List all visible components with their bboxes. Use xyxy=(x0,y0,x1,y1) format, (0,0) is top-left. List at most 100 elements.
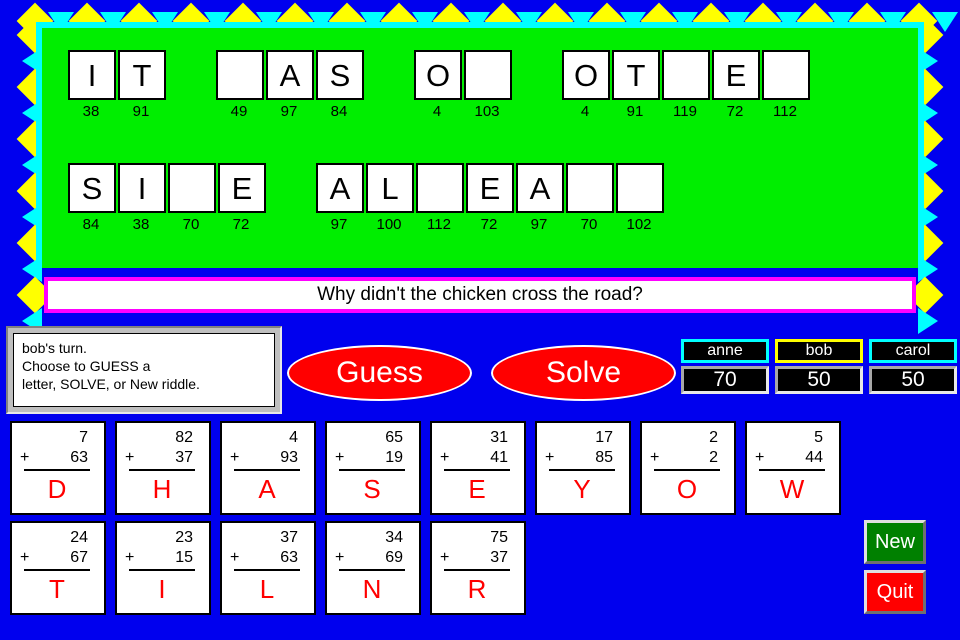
card-rule-line xyxy=(444,569,510,572)
board-green-area: I 38 T 91 49 A 97 S 84 O 4 103 O 4 T 91 119 E 72 112 S 84 I 38… xyxy=(42,28,918,268)
puzzle-cell-number: 112 xyxy=(773,103,797,120)
math-card-A[interactable]: 4 +93 A xyxy=(220,421,316,515)
card-addend-bottom-row: +44 xyxy=(755,448,829,468)
puzzle-cell-number: 49 xyxy=(230,103,248,120)
math-card-Y[interactable]: 17 +85 Y xyxy=(535,421,631,515)
math-card-E[interactable]: 31 +41 E xyxy=(430,421,526,515)
card-letter: E xyxy=(468,474,486,505)
math-card-R[interactable]: 75 +37 R xyxy=(430,521,526,615)
player-name: carol xyxy=(869,339,957,363)
guess-button[interactable]: Guess xyxy=(287,345,472,401)
puzzle-cell: 102 xyxy=(614,163,664,233)
puzzle-letter: S xyxy=(316,50,364,100)
puzzle-cell-number: 84 xyxy=(330,103,348,120)
math-card-I[interactable]: 23 +15 I xyxy=(115,521,211,615)
card-addend-bottom: 85 xyxy=(595,448,613,466)
math-card-L[interactable]: 37 +63 L xyxy=(220,521,316,615)
puzzle-cell-number: 112 xyxy=(427,216,451,233)
puzzle-cell-number: 91 xyxy=(132,103,150,120)
puzzle-cell-number: 100 xyxy=(376,216,402,233)
card-letter: L xyxy=(259,574,275,605)
puzzle-letter xyxy=(566,163,614,213)
card-addend-top: 7 xyxy=(79,429,88,446)
puzzle-letter: S xyxy=(68,163,116,213)
puzzle-cell-number: 97 xyxy=(280,103,298,120)
card-letter: Y xyxy=(573,474,591,505)
card-addend-bottom: 2 xyxy=(709,448,718,466)
card-plus-sign: + xyxy=(230,448,240,466)
card-plus-sign: + xyxy=(335,548,345,566)
math-card-grid: 7 +63 D 82 +37 H 4 +93 A 65 +19 S 31 +41 E 17 +85 Y 2 +2 O 5 +… xyxy=(10,421,850,621)
card-addend-top: 2 xyxy=(709,429,718,446)
math-card-H[interactable]: 82 +37 H xyxy=(115,421,211,515)
message-text: bob's turn. Choose to GUESS a letter, SOLV… xyxy=(13,333,275,407)
card-plus-sign: + xyxy=(545,448,555,466)
card-letter: W xyxy=(779,474,805,505)
puzzle-letter: T xyxy=(118,50,166,100)
player-bob[interactable]: bob 50 xyxy=(775,339,863,394)
card-addend-bottom: 63 xyxy=(70,448,88,466)
puzzle-row-1: I 38 T 91 49 A 97 S 84 O 4 103 O 4 T 91 119 E 72 112 xyxy=(66,50,810,120)
puzzle-letter: O xyxy=(562,50,610,100)
card-addend-top: 34 xyxy=(385,529,403,546)
card-plus-sign: + xyxy=(440,548,450,566)
card-rule-line xyxy=(129,569,195,572)
puzzle-cell-number: 97 xyxy=(330,216,348,233)
card-letter: S xyxy=(363,474,381,505)
card-rule-line xyxy=(129,469,195,472)
puzzle-cell: S 84 xyxy=(66,163,116,233)
message-line: letter, SOLVE, or New riddle. xyxy=(22,375,200,392)
puzzle-letter: I xyxy=(68,50,116,100)
puzzle-cell-number: 119 xyxy=(673,103,697,120)
deco-triangle xyxy=(918,308,938,334)
card-addend-bottom-row: +67 xyxy=(20,548,94,568)
card-addend-top: 75 xyxy=(490,529,508,546)
math-card-S[interactable]: 65 +19 S xyxy=(325,421,421,515)
message-line: Choose to GUESS a xyxy=(22,357,151,374)
math-card-T[interactable]: 24 +67 T xyxy=(10,521,106,615)
puzzle-letter: L xyxy=(366,163,414,213)
quit-button[interactable]: Quit xyxy=(864,570,926,614)
card-rule-line xyxy=(339,469,405,472)
card-addend-bottom: 19 xyxy=(385,448,403,466)
card-addend-bottom-row: +37 xyxy=(125,448,199,468)
card-letter: D xyxy=(47,474,67,505)
puzzle-cell-number: 4 xyxy=(432,103,442,120)
puzzle-cell: E 72 xyxy=(216,163,266,233)
card-letter: N xyxy=(362,574,382,605)
player-score: 70 xyxy=(681,366,769,394)
math-card-D[interactable]: 7 +63 D xyxy=(10,421,106,515)
puzzle-word: O 4 T 91 119 E 72 112 xyxy=(560,50,810,120)
player-carol[interactable]: carol 50 xyxy=(869,339,957,394)
puzzle-letter xyxy=(616,163,664,213)
player-scoreboard: anne 70 bob 50 carol 50 xyxy=(681,339,957,394)
card-plus-sign: + xyxy=(230,548,240,566)
math-card-N[interactable]: 34 +69 N xyxy=(325,521,421,615)
puzzle-cell-number: 72 xyxy=(232,216,250,233)
card-rule-line xyxy=(444,469,510,472)
player-score: 50 xyxy=(775,366,863,394)
solve-button[interactable]: Solve xyxy=(491,345,676,401)
math-card-W[interactable]: 5 +44 W xyxy=(745,421,841,515)
card-addend-bottom: 63 xyxy=(280,548,298,566)
card-addend-bottom: 37 xyxy=(490,548,508,566)
player-anne[interactable]: anne 70 xyxy=(681,339,769,394)
puzzle-cell: L 100 xyxy=(364,163,414,233)
card-addend-bottom: 15 xyxy=(175,548,193,566)
puzzle-cell-number: 91 xyxy=(626,103,644,120)
card-plus-sign: + xyxy=(20,548,30,566)
math-card-O[interactable]: 2 +2 O xyxy=(640,421,736,515)
card-addend-bottom: 93 xyxy=(280,448,298,466)
puzzle-cell: A 97 xyxy=(514,163,564,233)
puzzle-cell-number: 70 xyxy=(580,216,598,233)
puzzle-word: I 38 T 91 xyxy=(66,50,166,120)
card-letter: R xyxy=(467,574,487,605)
puzzle-letter: E xyxy=(218,163,266,213)
puzzle-letter: A xyxy=(516,163,564,213)
new-game-button[interactable]: New xyxy=(864,520,926,564)
card-letter: A xyxy=(258,474,276,505)
puzzle-letter: A xyxy=(266,50,314,100)
card-plus-sign: + xyxy=(650,448,660,466)
card-rule-line xyxy=(234,469,300,472)
card-addend-bottom-row: +69 xyxy=(335,548,409,568)
